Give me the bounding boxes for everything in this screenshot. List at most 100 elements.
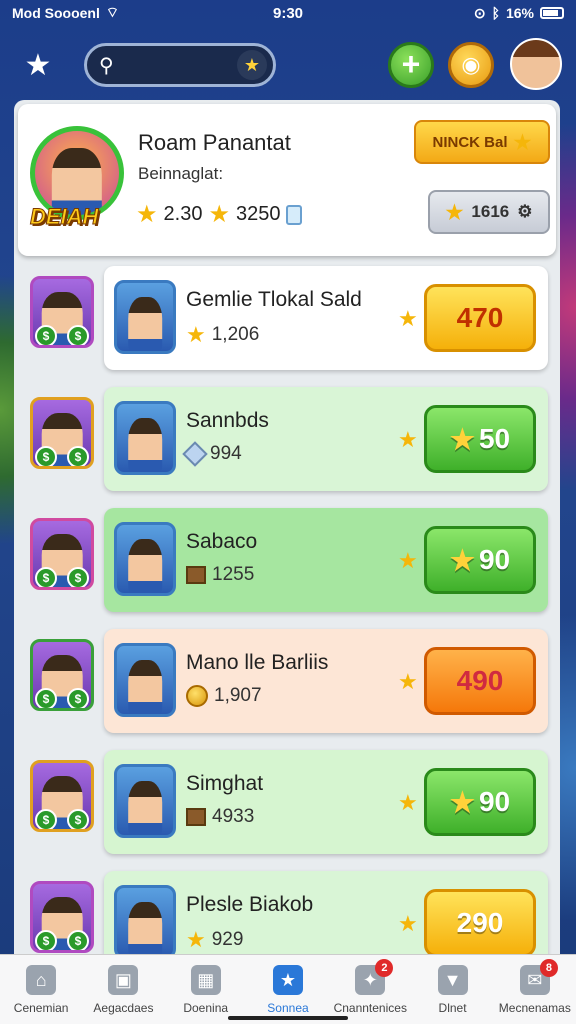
score-button-label: 1616 — [471, 202, 510, 221]
leaderboard-row[interactable]: $ $ Sannbds 994 ★ ★ 50 — [18, 383, 556, 491]
search-star-icon[interactable]: ★ — [237, 50, 267, 80]
player-avatar — [114, 401, 176, 475]
star-icon: ★ — [449, 423, 475, 455]
buy-button[interactable]: 290 — [424, 889, 536, 957]
leaderboard-row[interactable]: $ $ Mano lle Barliis 1,907 ★ 490 — [18, 625, 556, 733]
wifi-icon: ⌔ — [105, 4, 120, 20]
star-icon: ★ — [272, 965, 303, 995]
favorites-star-icon[interactable]: ★ — [16, 43, 60, 87]
crate-icon — [186, 808, 206, 826]
star-icon: ★ — [398, 306, 418, 331]
nav-item[interactable]: ✉ Mecnenamas 8 — [494, 955, 576, 1024]
nav-item[interactable]: ✦ Cnanntenices 2 — [329, 955, 411, 1024]
buy-button-price: 50 — [478, 423, 511, 454]
nav-item[interactable]: ▼ Dlnet — [411, 955, 493, 1024]
nav-label: Mecnenamas — [498, 1001, 571, 1015]
search-bar[interactable]: ⚲ ★ — [84, 43, 276, 87]
level-badge-icon: $ — [35, 446, 57, 466]
settings-icon: ⚙ — [517, 202, 533, 221]
player-card[interactable]: Mano lle Barliis 1,907 ★ 490 — [104, 629, 548, 733]
crate-icon — [186, 566, 206, 584]
player-stat-value: 929 — [211, 929, 244, 950]
score-button[interactable]: ★ 1616 ⚙ — [428, 190, 550, 234]
currency-badge-icon: $ — [67, 567, 89, 587]
star-icon: ★ — [398, 548, 418, 573]
star-icon: ★ — [398, 669, 418, 694]
player-avatar — [114, 643, 176, 717]
rank-button-label: NINCK Bal — [432, 133, 508, 151]
nav-label: Cnanntenices — [333, 1001, 407, 1015]
status-carrier: Mod Soooenl — [12, 5, 100, 21]
search-input[interactable] — [123, 57, 237, 73]
player-card[interactable]: Gemlie Tlokal Sald ★ 1,206 ★ 470 — [104, 266, 548, 370]
coins-button[interactable]: ◉ — [448, 42, 494, 88]
add-button[interactable]: + — [388, 42, 434, 88]
buy-button[interactable]: 490 — [424, 647, 536, 715]
nav-item[interactable]: ⌂ Cenemian — [0, 955, 82, 1024]
nav-label: Cenemian — [13, 1001, 69, 1015]
bottom-nav: ⌂ Cenemian ▣ Aegacdaes ▦ Doenina ★ Sonnea ✦ Cnann… — [0, 954, 576, 1024]
currency-badge-icon: $ — [67, 809, 89, 829]
buy-button[interactable]: ★ 90 — [424, 768, 536, 836]
nav-label: Dlnet — [438, 1001, 467, 1015]
star-icon: ★ — [208, 201, 230, 228]
player-name: Sabaco — [186, 530, 258, 553]
shield-icon: ▼ — [437, 965, 468, 995]
player-card[interactable]: Simghat 4933 ★ ★ 90 — [104, 750, 548, 854]
user-avatar[interactable] — [510, 38, 562, 90]
currency-badge-icon: $ — [67, 930, 89, 950]
player-name: Sannbds — [186, 409, 269, 432]
player-name: Simghat — [186, 772, 264, 795]
search-icon: ⚲ — [99, 55, 114, 77]
player-avatar — [114, 280, 176, 354]
star-icon: ★ — [445, 201, 464, 224]
player-name: Gemlie Tlokal Sald — [186, 288, 362, 311]
player-stat: 1,907 — [186, 685, 262, 707]
notification-badge: 2 — [375, 959, 394, 977]
level-badge-icon: $ — [35, 688, 57, 708]
player-stat-value: 1255 — [212, 564, 255, 585]
player-stat: 4933 — [186, 806, 254, 828]
buy-button[interactable]: ★ 90 — [424, 526, 536, 594]
player-stat: ★ 1,206 — [186, 322, 259, 348]
currency-badge-icon: $ — [67, 446, 89, 466]
player-avatar — [114, 885, 176, 959]
player-card[interactable]: Sabaco 1255 ★ ★ 90 — [104, 508, 548, 612]
buy-button-price: 470 — [456, 302, 504, 333]
buy-button-price: 90 — [478, 786, 511, 817]
level-badge-icon: $ — [35, 809, 57, 829]
home-indicator — [228, 1016, 348, 1020]
star-icon: ★ — [186, 322, 206, 347]
player-avatar — [114, 764, 176, 838]
nav-label: Sonnea — [267, 1001, 309, 1015]
leaderboard-row[interactable]: $ $ Simghat 4933 ★ ★ 90 — [18, 746, 556, 854]
rank-avatar: $ $ — [30, 397, 94, 469]
buy-button[interactable]: ★ 50 — [424, 405, 536, 473]
battery-icon — [540, 7, 564, 19]
leaderboard-row[interactable]: $ $ Sabaco 1255 ★ ★ 90 — [18, 504, 556, 612]
leaderboard-panel: DEIAH Roam Panantat Beinnaglat: ★ 2.30 ★… — [14, 100, 560, 975]
profile-stat-2: 3250 — [235, 203, 281, 225]
star-icon: ★ — [186, 927, 206, 952]
level-badge-icon: $ — [35, 325, 57, 345]
player-card[interactable]: Sannbds 994 ★ ★ 50 — [104, 387, 548, 491]
star-icon: ★ — [513, 131, 532, 154]
nav-item[interactable]: ▦ Doenina — [165, 955, 247, 1024]
rank-avatar: $ $ — [30, 276, 94, 348]
buy-button[interactable]: 470 — [424, 284, 536, 352]
coin-icon — [186, 685, 208, 707]
nav-item[interactable]: ▣ Aegacdaes — [82, 955, 164, 1024]
nav-label: Aegacdaes — [93, 1001, 154, 1015]
player-stat-value: 1,206 — [211, 324, 260, 345]
leaderboard-row[interactable]: $ $ Gemlie Tlokal Sald ★ 1,206 ★ 470 — [18, 262, 556, 370]
rank-button[interactable]: NINCK Bal ★ — [414, 120, 550, 164]
star-icon: ★ — [398, 790, 418, 815]
status-battery-text: 16% — [505, 5, 534, 21]
home-icon: ⌂ — [26, 965, 57, 995]
gem-icon — [182, 441, 208, 467]
profile-card: DEIAH Roam Panantat Beinnaglat: ★ 2.30 ★… — [18, 104, 556, 256]
nav-item[interactable]: ★ Sonnea — [247, 955, 329, 1024]
profile-stat-1: 2.30 — [163, 203, 203, 225]
location-icon: ⊙ — [473, 4, 486, 21]
player-stat-value: 994 — [210, 443, 242, 464]
